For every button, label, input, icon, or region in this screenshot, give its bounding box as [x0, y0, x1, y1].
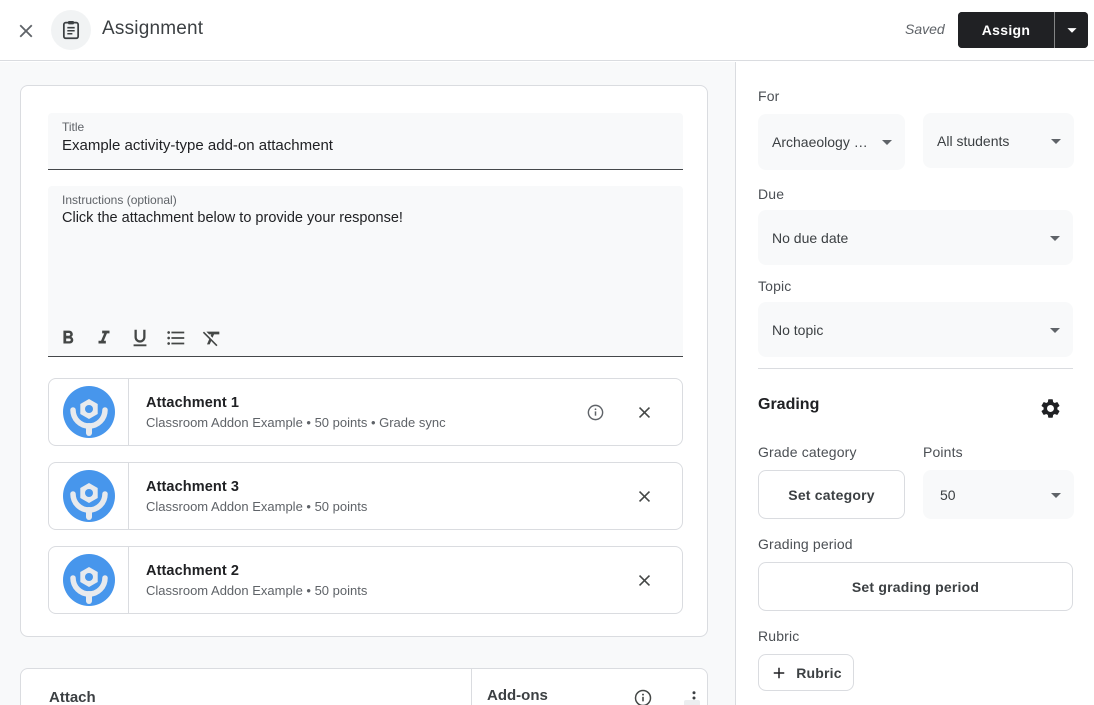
attachment-meta: Classroom Addon Example • 50 points — [146, 582, 368, 598]
addon-tool-icon — [62, 470, 115, 522]
attachment-card[interactable]: Attachment 3 Classroom Addon Example • 5… — [48, 462, 683, 530]
points-select[interactable]: 50 — [923, 470, 1074, 519]
remove-attachment-button[interactable] — [626, 562, 662, 598]
bold-button[interactable] — [54, 324, 82, 352]
attachment-title: Attachment 3 — [146, 478, 240, 495]
add-rubric-button-label: Rubric — [796, 664, 842, 681]
students-select-value: All students — [937, 132, 1010, 149]
addon-tool-icon — [62, 554, 115, 606]
attachment-card[interactable]: Attachment 2 Classroom Addon Example • 5… — [48, 546, 683, 614]
attachment-title: Attachment 1 — [146, 394, 240, 411]
attachment-title: Attachment 2 — [146, 562, 240, 579]
bulleted-list-icon — [167, 331, 185, 345]
assign-dropdown-button[interactable] — [1054, 12, 1088, 48]
attachment-icon-cell — [49, 547, 129, 613]
instructions-field[interactable]: Instructions (optional) Click the attach… — [48, 186, 683, 357]
section-divider — [758, 368, 1073, 369]
assignment-icon — [62, 21, 80, 40]
add-rubric-button[interactable]: Rubric — [758, 654, 854, 691]
close-icon — [638, 406, 650, 418]
format-underline-icon — [133, 329, 147, 347]
attachment-info-button[interactable] — [577, 394, 613, 430]
attachment-text: Attachment 3 Classroom Addon Example • 5… — [129, 463, 626, 529]
attachment-actions — [577, 379, 682, 445]
set-category-button[interactable]: Set category — [758, 470, 905, 519]
plus-icon — [773, 667, 785, 678]
attachment-meta: Classroom Addon Example • 50 points • Gr… — [146, 414, 446, 430]
attachment-card[interactable]: Attachment 1 Classroom Addon Example • 5… — [48, 378, 683, 446]
grading-heading: Grading — [758, 396, 820, 413]
set-grading-period-button[interactable]: Set grading period — [758, 562, 1073, 611]
header-bar: Assignment Saved Assign — [0, 0, 1094, 61]
remove-attachment-button[interactable] — [626, 394, 662, 430]
attach-section-label: Attach — [49, 689, 96, 705]
bulleted-list-button[interactable] — [162, 324, 190, 352]
dropdown-arrow-icon — [1050, 235, 1060, 241]
dropdown-arrow-icon — [1066, 28, 1077, 33]
underline-button[interactable] — [126, 324, 154, 352]
formatting-toolbar — [54, 324, 226, 352]
dropdown-arrow-icon — [882, 140, 892, 145]
topic-label: Topic — [758, 278, 792, 294]
close-icon — [638, 490, 650, 502]
close-icon — [19, 24, 33, 38]
instructions-field-label: Instructions (optional) — [62, 193, 177, 207]
topic-value: No topic — [772, 321, 824, 338]
class-select-value: Archaeology … — [772, 134, 868, 150]
rubric-label: Rubric — [758, 628, 800, 644]
attachment-meta: Classroom Addon Example • 50 points — [146, 498, 368, 514]
title-field-label: Title — [62, 120, 85, 134]
close-icon — [638, 574, 650, 586]
points-value: 50 — [940, 486, 956, 503]
format-italic-icon — [98, 330, 110, 344]
dropdown-arrow-icon — [1051, 138, 1061, 144]
remove-attachment-button[interactable] — [626, 478, 662, 514]
page-title: Assignment — [102, 18, 204, 39]
grading-period-label: Grading period — [758, 536, 853, 552]
attach-bar-card: Attach Add-ons — [20, 668, 708, 705]
topic-select[interactable]: No topic — [758, 302, 1073, 357]
assignment-form-card: Title Example activity-type add-on attac… — [20, 85, 708, 637]
title-field-value: Example activity-type add-on attachment — [62, 137, 333, 154]
addon-tool-icon — [62, 386, 115, 438]
clear-formatting-button[interactable] — [198, 324, 226, 352]
assign-split-button: Assign — [958, 12, 1088, 48]
assignment-icon-badge — [51, 10, 91, 50]
attachment-icon-cell — [49, 463, 129, 529]
points-label: Points — [923, 444, 963, 460]
attachment-actions — [626, 547, 682, 613]
scroll-peek-element — [684, 700, 700, 705]
close-button[interactable] — [12, 17, 40, 45]
due-label: Due — [758, 186, 785, 202]
due-date-value: No due date — [772, 229, 849, 246]
assign-button[interactable]: Assign — [958, 12, 1054, 48]
class-select[interactable]: Archaeology … — [758, 114, 905, 170]
saved-status: Saved — [905, 21, 945, 37]
attachment-icon-cell — [49, 379, 129, 445]
grade-category-label: Grade category — [758, 444, 857, 460]
students-select[interactable]: All students — [923, 113, 1074, 168]
clear-formatting-icon — [202, 331, 220, 347]
attachment-text: Attachment 2 Classroom Addon Example • 5… — [129, 547, 626, 613]
dropdown-arrow-icon — [1050, 327, 1060, 333]
info-icon — [634, 689, 652, 705]
addons-info-button[interactable] — [625, 680, 661, 705]
assignment-editor-page: Assignment Saved Assign Title Example ac… — [0, 0, 1094, 705]
dropdown-arrow-icon — [1051, 492, 1061, 498]
settings-sidebar: For Archaeology … All students Due No du… — [736, 62, 1094, 705]
attach-bar-divider — [471, 669, 472, 705]
italic-button[interactable] — [90, 324, 118, 352]
format-bold-icon — [63, 330, 74, 344]
gear-icon — [1041, 398, 1059, 418]
for-label: For — [758, 88, 780, 104]
attachment-actions — [626, 463, 682, 529]
info-icon — [587, 404, 603, 420]
main-pane: Title Example activity-type add-on attac… — [0, 62, 735, 705]
addons-section-label: Add-ons — [487, 687, 548, 704]
title-field[interactable]: Title Example activity-type add-on attac… — [48, 113, 683, 170]
instructions-field-value: Click the attachment below to provide yo… — [62, 210, 403, 226]
attachment-text: Attachment 1 Classroom Addon Example • 5… — [129, 379, 577, 445]
grading-settings-button[interactable] — [1030, 388, 1070, 428]
due-date-select[interactable]: No due date — [758, 210, 1073, 265]
